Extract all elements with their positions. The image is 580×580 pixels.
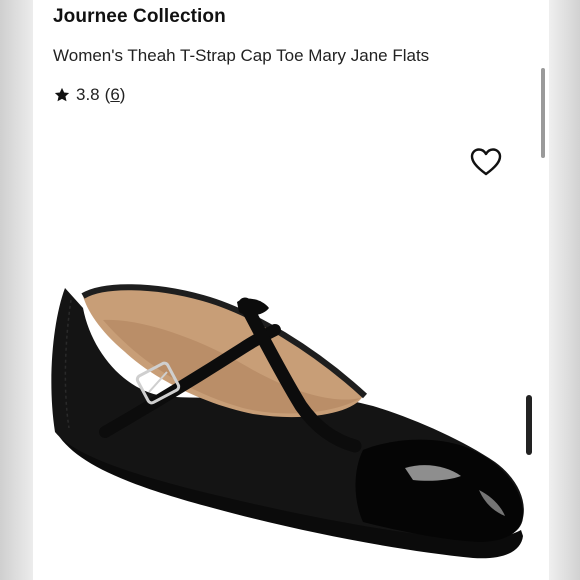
right-backdrop <box>549 0 580 580</box>
next-image-edge <box>526 395 532 455</box>
left-backdrop <box>0 0 33 580</box>
scrollbar[interactable] <box>541 68 545 158</box>
product-card: Journee Collection Women's Theah T-Strap… <box>33 0 549 580</box>
t-strap-loop <box>237 298 269 316</box>
rating-paren-close: ) <box>119 85 126 104</box>
rating-row[interactable]: 3.8 ( 6 ) <box>53 84 125 106</box>
product-image[interactable] <box>33 200 549 580</box>
star-icon <box>54 87 70 102</box>
product-title: Women's Theah T-Strap Cap Toe Mary Jane … <box>53 46 430 65</box>
rating-count[interactable]: 6 <box>110 85 119 105</box>
rating-value: 3.8 <box>76 85 100 104</box>
brand-name[interactable]: Journee Collection <box>53 6 226 28</box>
heart-icon[interactable] <box>469 146 503 178</box>
